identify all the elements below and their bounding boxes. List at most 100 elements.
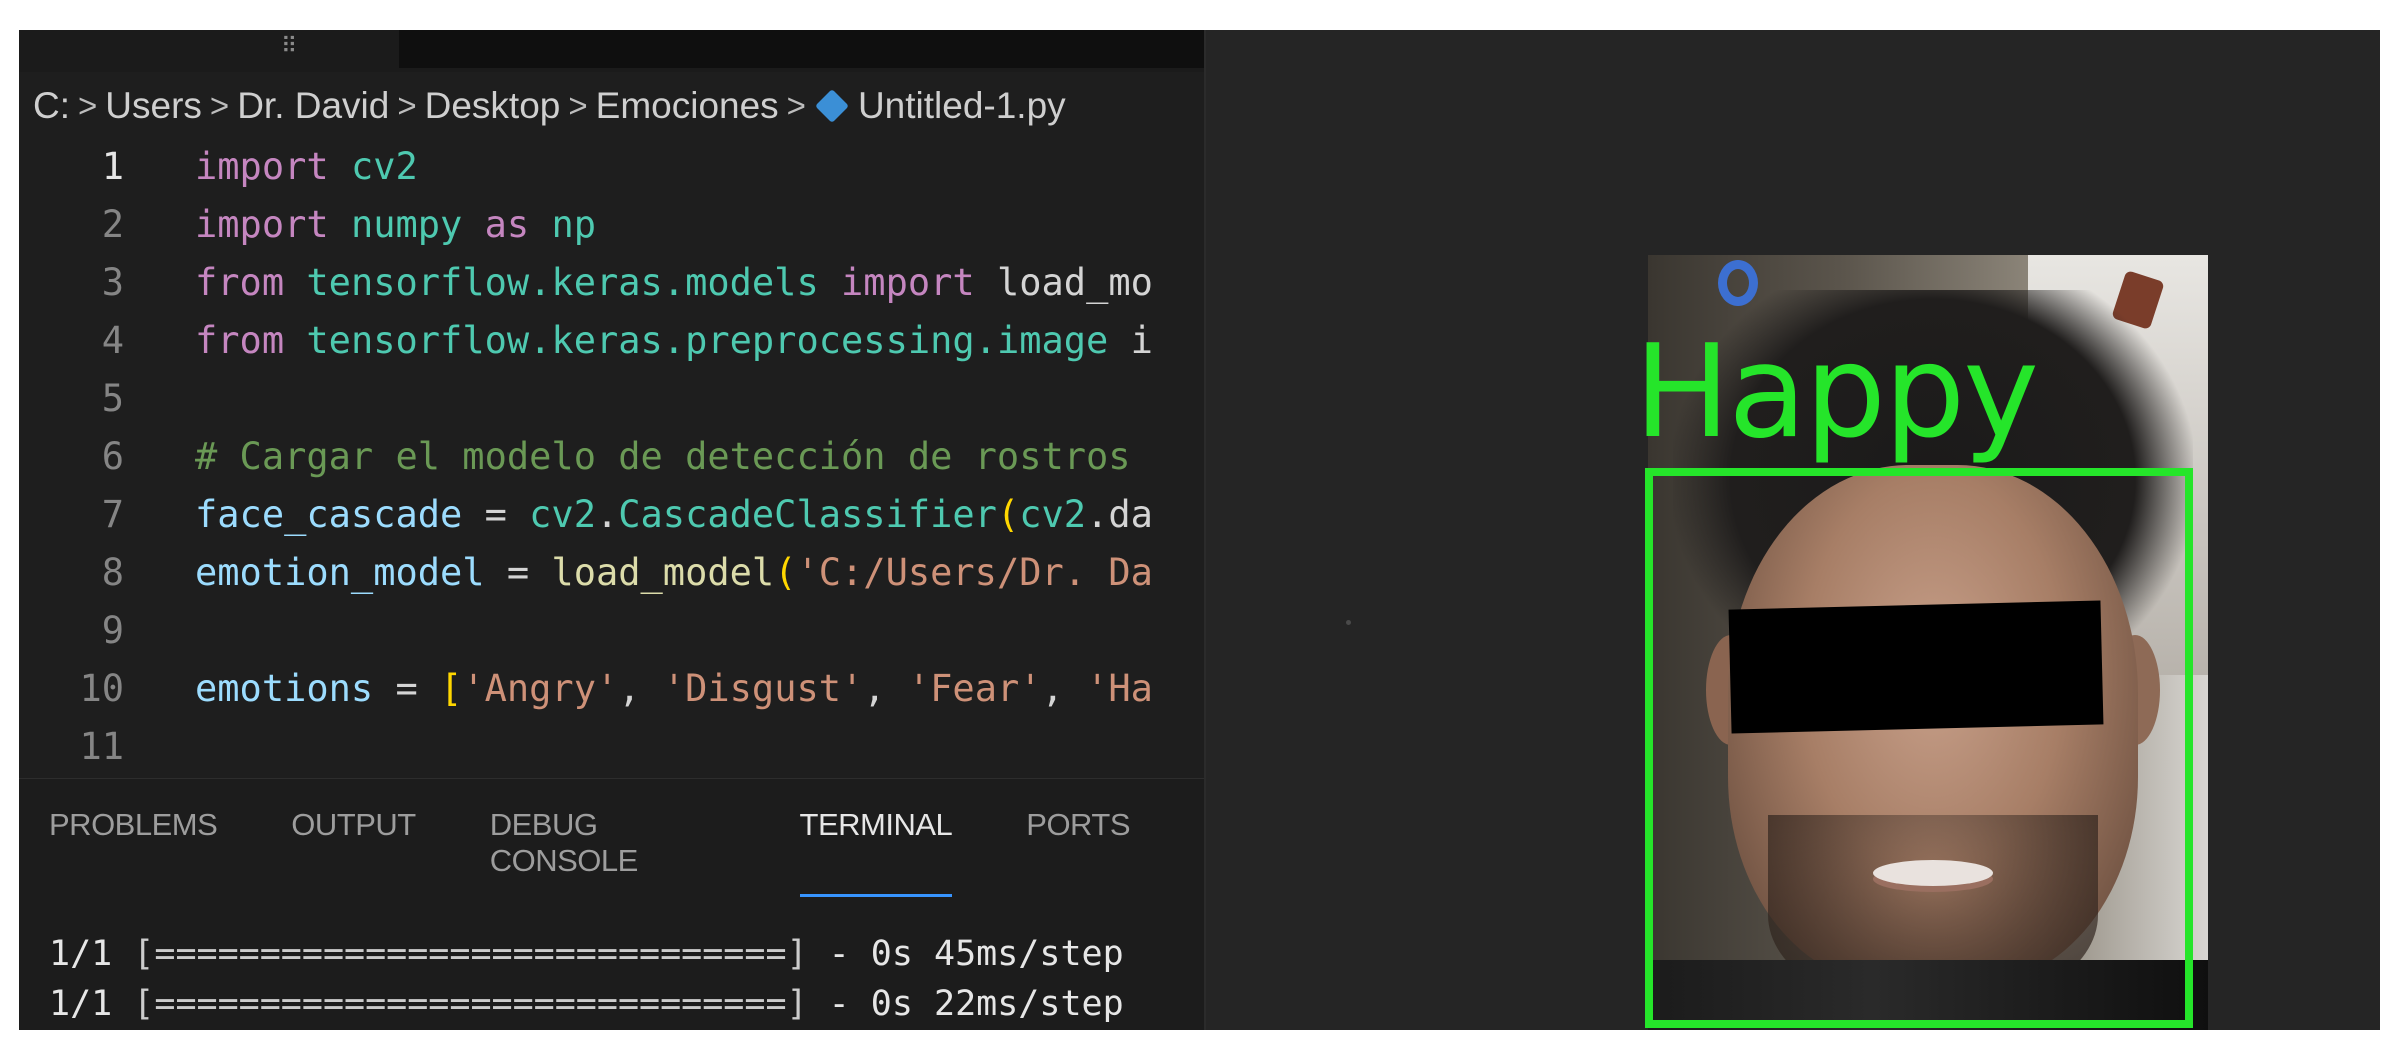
more-actions-icon[interactable]: ⠿: [281, 34, 297, 59]
code-line[interactable]: 6 # Cargar el modelo de detección de rost…: [19, 428, 1204, 486]
code-token: from: [195, 319, 285, 362]
code-token: 'Angry': [462, 667, 619, 710]
code-token: ,: [863, 667, 908, 710]
code-line[interactable]: 4 from tensorflow.keras.preprocessing.ima…: [19, 312, 1204, 370]
breadcrumb-item[interactable]: Dr. David: [237, 85, 389, 127]
code-line[interactable]: 1 import cv2: [19, 138, 1204, 196]
code-token: face_cascade: [195, 493, 463, 536]
breadcrumb-file[interactable]: Untitled-1.py: [858, 85, 1066, 127]
code-token: import: [195, 203, 329, 246]
code-token: cv2: [529, 493, 596, 536]
code-token: 'Ha: [1086, 667, 1153, 710]
code-token: 'C:/Users/Dr. Da: [796, 551, 1153, 594]
progress-bar: [==============================]: [133, 934, 808, 974]
code-token: import: [195, 145, 329, 188]
code-lines[interactable]: 1 import cv2 2 import numpy as np 3 from tens…: [19, 138, 1204, 776]
code-token: (: [774, 551, 797, 594]
code-token: 'Disgust': [662, 667, 864, 710]
code-token: .: [595, 493, 619, 536]
code-line[interactable]: 11: [19, 718, 1204, 776]
terminal-line: 1/1 [==============================] - 0…: [49, 929, 1124, 979]
code-token: =: [373, 667, 441, 710]
code-editor: ⠿ C: > Users > Dr. David > Desktop > Emociones > U…: [19, 30, 1204, 1030]
code-token: as: [484, 203, 530, 246]
terminal-output[interactable]: 1/1 [==============================] - 0…: [49, 929, 1124, 1029]
line-number: 8: [101, 551, 124, 594]
code-line[interactable]: 8 emotion_model = load_model('C:/Users/Dr…: [19, 544, 1204, 602]
code-token: emotion_model: [195, 551, 485, 594]
code-token: load_mo: [974, 261, 1153, 304]
line-number: 2: [101, 203, 124, 246]
line-text: from tensorflow.keras.preprocessing.imag…: [195, 312, 1153, 370]
editor-tab-strip: ⠿: [19, 30, 1204, 72]
line-text: import numpy as np: [195, 196, 596, 254]
line-number: 9: [101, 609, 124, 652]
progress-bar: [==============================]: [133, 984, 808, 1024]
code-token: tensorflow.keras.preprocessing.image: [306, 319, 1109, 362]
tab-debug-console[interactable]: DEBUG CONSOLE: [490, 807, 726, 879]
python-file-icon: [814, 89, 849, 123]
code-token: cv2: [350, 145, 418, 188]
code-token: tensorflow.keras.models: [306, 261, 819, 304]
tab-problems[interactable]: PROBLEMS: [49, 807, 218, 879]
chevron-right-icon: >: [397, 87, 417, 124]
line-number: 10: [79, 667, 124, 710]
step-timing: - 0s 45ms/step: [807, 934, 1124, 974]
progress-prefix: 1/1: [49, 984, 134, 1024]
code-token: ,: [618, 667, 663, 710]
chevron-right-icon: >: [78, 87, 98, 124]
code-token: load_model: [551, 551, 775, 594]
code-token: i: [1108, 319, 1153, 362]
step-timing: - 0s 22ms/step: [807, 984, 1124, 1024]
line-number: 7: [101, 493, 124, 536]
code-line[interactable]: 9: [19, 602, 1204, 660]
chevron-right-icon: >: [786, 87, 806, 124]
panel-tabs: PROBLEMS OUTPUT DEBUG CONSOLE TERMINAL PORTS: [49, 807, 1204, 897]
line-number: 4: [101, 319, 124, 362]
code-token: 'Fear': [907, 667, 1042, 710]
line-number: 1: [101, 145, 124, 188]
code-token: ,: [1041, 667, 1087, 710]
line-number: 5: [101, 377, 124, 420]
face-detection-box: [1645, 468, 2193, 1028]
code-line[interactable]: 3 from tensorflow.keras.models import loa…: [19, 254, 1204, 312]
code-line[interactable]: 10 emotions = ['Angry', 'Disgust', 'Fear'…: [19, 660, 1204, 718]
editor-tab-bar: [399, 30, 1204, 68]
code-token: numpy: [350, 203, 463, 246]
emotion-label: Happy: [1634, 318, 2039, 467]
code-line[interactable]: 2 import numpy as np: [19, 196, 1204, 254]
tab-terminal[interactable]: TERMINAL: [799, 807, 953, 897]
tab-ports[interactable]: PORTS: [1026, 807, 1130, 879]
code-token: =: [484, 551, 552, 594]
tab-output[interactable]: OUTPUT: [291, 807, 416, 879]
breadcrumb-item[interactable]: Desktop: [425, 85, 561, 127]
breadcrumb-item[interactable]: Emociones: [596, 85, 779, 127]
line-text: from tensorflow.keras.models import load…: [195, 254, 1153, 312]
line-text: emotion_model = load_model('C:/Users/Dr.…: [195, 544, 1153, 602]
breadcrumb-item[interactable]: C:: [33, 85, 70, 127]
code-token: import: [841, 261, 975, 304]
code-token: from: [195, 261, 285, 304]
code-token: =: [462, 493, 530, 536]
chevron-right-icon: >: [209, 87, 230, 124]
noise-dot: [1346, 620, 1351, 625]
progress-prefix: 1/1: [49, 934, 134, 974]
code-token: (: [996, 493, 1020, 536]
line-text: face_cascade = cv2.CascadeClassifier(cv2…: [195, 486, 1153, 544]
breadcrumb-item[interactable]: Users: [105, 85, 202, 127]
line-text: import cv2: [195, 138, 418, 196]
line-text: # Cargar el modelo de detección de rostr…: [195, 428, 1131, 486]
line-text: emotions = ['Angry', 'Disgust', 'Fear', …: [195, 660, 1153, 718]
code-token: [: [440, 667, 463, 710]
code-line[interactable]: 5: [19, 370, 1204, 428]
line-number: 6: [101, 435, 124, 478]
code-line[interactable]: 7 face_cascade = cv2.CascadeClassifier(cv…: [19, 486, 1204, 544]
chevron-right-icon: >: [568, 87, 588, 124]
